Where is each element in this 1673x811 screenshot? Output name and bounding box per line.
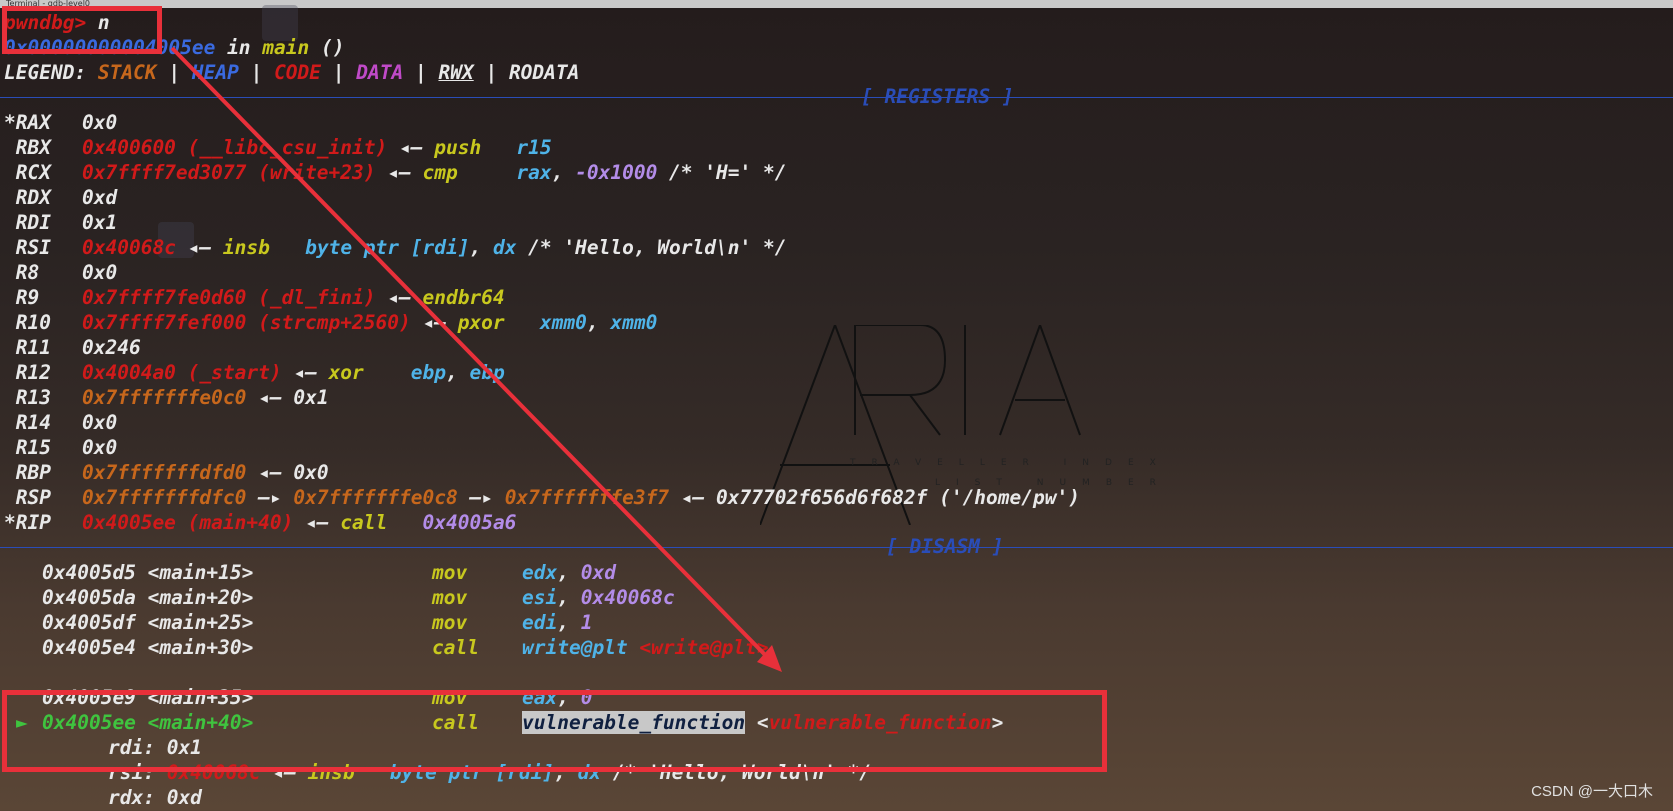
csdn-watermark: CSDN @一大口木	[1531, 783, 1653, 800]
annotation-arrow	[170, 46, 782, 672]
